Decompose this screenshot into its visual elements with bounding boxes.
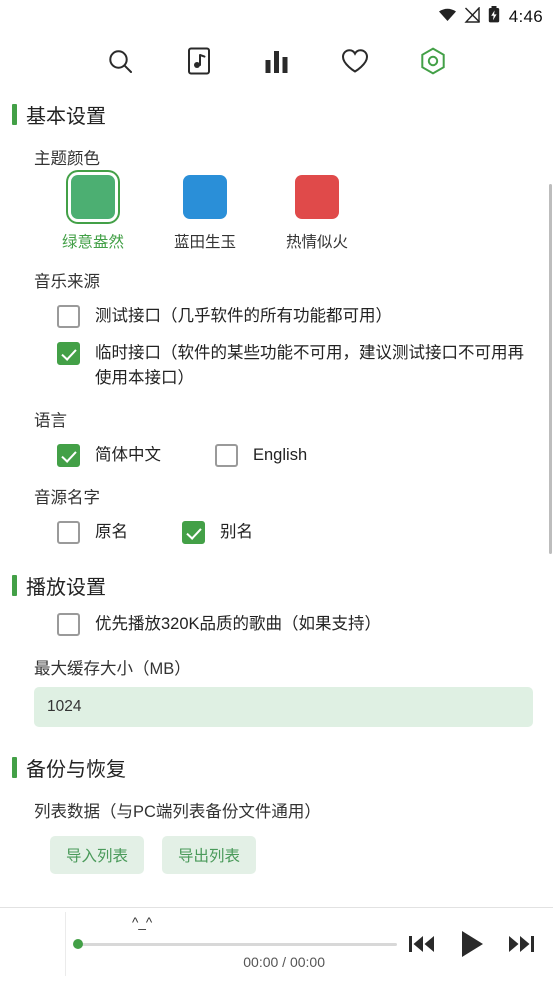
theme-swatch-green[interactable] bbox=[71, 175, 115, 219]
theme-option-red[interactable]: 热情似火 bbox=[276, 175, 358, 252]
section-basic-settings: 基本设置 bbox=[12, 100, 553, 129]
checkbox-row-chinese[interactable]: 简体中文 bbox=[57, 443, 161, 468]
checkbox-row-prefer-320k[interactable]: 优先播放320K品质的歌曲（如果支持） bbox=[57, 612, 553, 637]
player-progress-bar[interactable] bbox=[73, 939, 397, 949]
settings-icon[interactable] bbox=[407, 38, 459, 84]
section-title-text: 基本设置 bbox=[26, 106, 106, 128]
next-button[interactable] bbox=[505, 927, 539, 961]
theme-color-options: 绿意盎然 蓝田生玉 热情似火 bbox=[52, 175, 553, 252]
previous-button[interactable] bbox=[405, 927, 439, 961]
checkbox-label-english: English bbox=[253, 446, 308, 464]
import-list-button[interactable]: 导入列表 bbox=[50, 836, 145, 874]
language-label: 语言 bbox=[34, 412, 67, 430]
player-album-art[interactable] bbox=[0, 911, 66, 976]
theme-color-label: 主题颜色 bbox=[34, 150, 100, 168]
play-button[interactable] bbox=[455, 927, 489, 961]
checkbox-prefer-320k[interactable] bbox=[57, 613, 80, 636]
list-data-label: 列表数据（与PC端列表备份文件通用） bbox=[34, 803, 321, 821]
settings-scroll-area[interactable]: 基本设置 主题颜色 绿意盎然 蓝田生玉 热情似火 音乐来源 测试接口（几乎软件的… bbox=[0, 88, 553, 907]
music-source-label: 音乐来源 bbox=[34, 273, 100, 291]
checkbox-row-original-name[interactable]: 原名 bbox=[57, 520, 128, 545]
theme-option-green[interactable]: 绿意盎然 bbox=[52, 175, 134, 252]
song-list-icon[interactable] bbox=[173, 38, 225, 84]
language-options: 简体中文 English bbox=[57, 443, 553, 468]
theme-label-red: 热情似火 bbox=[285, 234, 348, 251]
checkbox-label-temp-api: 临时接口（软件的某些功能不可用，建议测试接口不可用再使用本接口） bbox=[95, 344, 524, 387]
theme-label-green: 绿意盎然 bbox=[61, 234, 124, 251]
theme-label-blue: 蓝田生玉 bbox=[173, 234, 236, 251]
checkbox-english[interactable] bbox=[215, 444, 238, 467]
status-time: 4:46 bbox=[508, 7, 543, 26]
checkbox-alias-name[interactable] bbox=[182, 521, 205, 544]
player-controls bbox=[405, 927, 553, 961]
section-accent-bar bbox=[12, 104, 17, 125]
checkbox-test-api[interactable] bbox=[57, 305, 80, 328]
player-track-name: ^_^ bbox=[132, 914, 153, 930]
search-icon[interactable] bbox=[95, 38, 147, 84]
checkbox-temp-api[interactable] bbox=[57, 342, 80, 365]
system-navigation-bar bbox=[0, 979, 553, 983]
section-title-text: 备份与恢复 bbox=[26, 759, 126, 781]
wifi-icon bbox=[438, 7, 457, 27]
section-accent-bar bbox=[12, 575, 17, 596]
checkbox-original-name[interactable] bbox=[57, 521, 80, 544]
checkbox-label-original-name: 原名 bbox=[95, 523, 128, 541]
checkbox-chinese[interactable] bbox=[57, 444, 80, 467]
checkbox-label-chinese: 简体中文 bbox=[95, 446, 161, 464]
scrollbar-thumb[interactable] bbox=[549, 184, 552, 554]
player-bar: ^_^ 00:00 / 00:00 bbox=[0, 907, 553, 979]
checkbox-row-test-api[interactable]: 测试接口（几乎软件的所有功能都可用） bbox=[57, 304, 553, 329]
player-time: 00:00 / 00:00 bbox=[243, 953, 325, 970]
max-cache-value: 1024 bbox=[47, 698, 82, 715]
top-icon-bar bbox=[0, 34, 553, 88]
checkbox-label-prefer-320k: 优先播放320K品质的歌曲（如果支持） bbox=[95, 615, 382, 633]
battery-charging-icon bbox=[488, 6, 500, 28]
heart-icon[interactable] bbox=[329, 38, 381, 84]
checkbox-row-english[interactable]: English bbox=[215, 443, 307, 468]
theme-swatch-blue[interactable] bbox=[183, 175, 227, 219]
checkbox-label-alias-name: 别名 bbox=[220, 523, 253, 541]
section-accent-bar bbox=[12, 757, 17, 778]
status-bar: 4:46 bbox=[0, 0, 553, 34]
max-cache-label: 最大缓存大小（MB） bbox=[34, 660, 191, 678]
export-list-button[interactable]: 导出列表 bbox=[162, 836, 257, 874]
theme-swatch-red[interactable] bbox=[295, 175, 339, 219]
source-name-label: 音源名字 bbox=[34, 489, 100, 507]
app-screen: 4:46 基本设置 主题颜色 绿意盎然 蓝田生玉 热情似火 音乐来源 测试接口（… bbox=[0, 0, 553, 983]
max-cache-input[interactable]: 1024 bbox=[34, 687, 533, 727]
checkbox-label-test-api: 测试接口（几乎软件的所有功能都可用） bbox=[95, 307, 392, 325]
section-playback-settings: 播放设置 bbox=[12, 571, 553, 600]
section-title-text: 播放设置 bbox=[26, 577, 106, 599]
theme-option-blue[interactable]: 蓝田生玉 bbox=[164, 175, 246, 252]
backup-buttons: 导入列表 导出列表 bbox=[50, 836, 553, 874]
checkbox-row-alias-name[interactable]: 别名 bbox=[182, 520, 253, 545]
player-info: ^_^ 00:00 / 00:00 bbox=[66, 912, 405, 976]
checkbox-row-temp-api[interactable]: 临时接口（软件的某些功能不可用，建议测试接口不可用再使用本接口） bbox=[57, 341, 553, 391]
source-name-options: 原名 别名 bbox=[57, 520, 553, 545]
section-backup-restore: 备份与恢复 bbox=[12, 753, 553, 782]
player-progress-handle[interactable] bbox=[73, 939, 83, 949]
leaderboard-icon[interactable] bbox=[251, 38, 303, 84]
signal-off-icon bbox=[464, 5, 481, 28]
